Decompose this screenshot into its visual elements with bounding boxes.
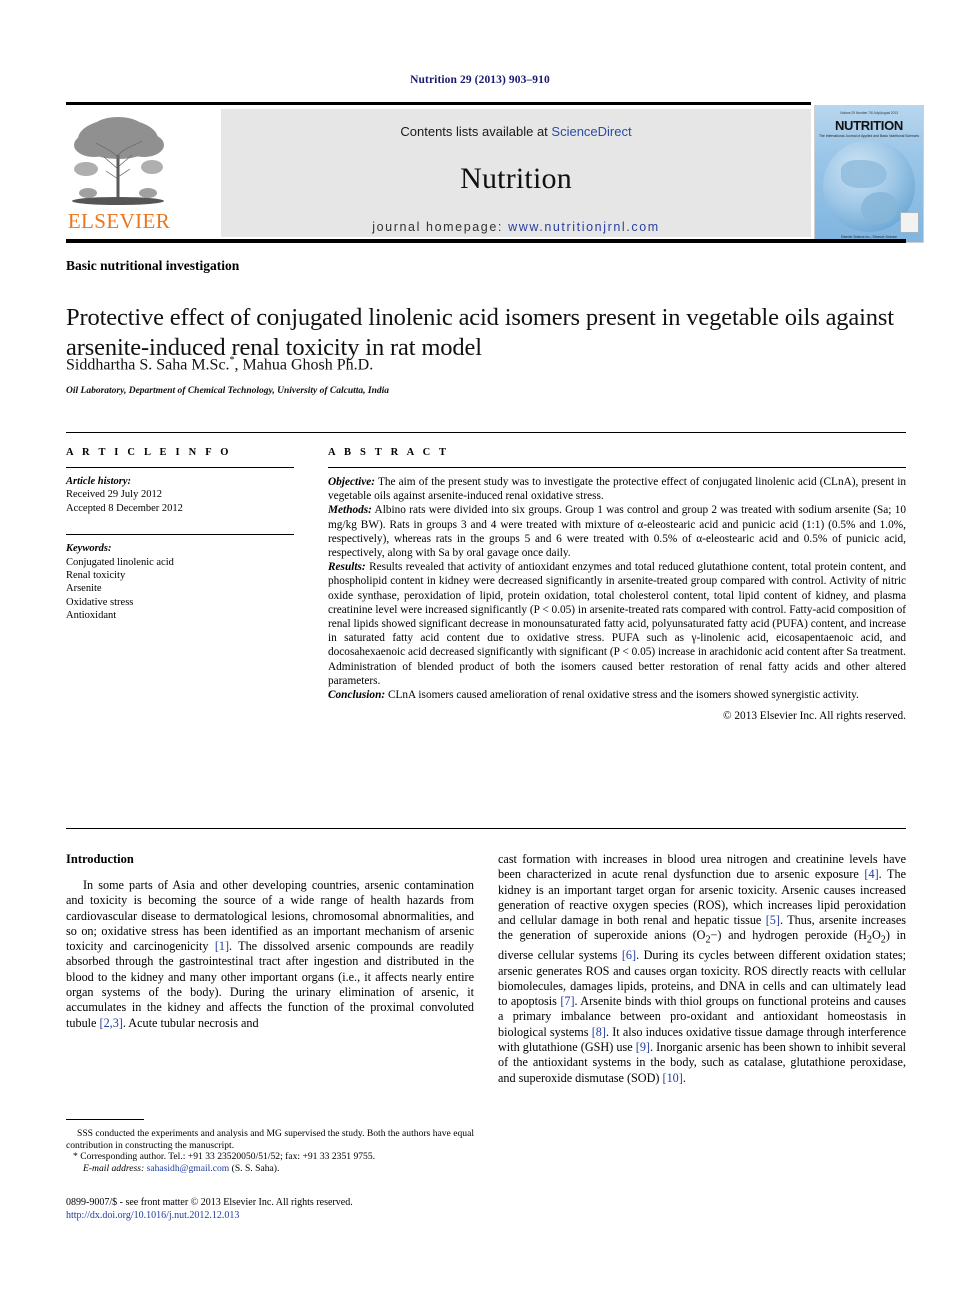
body-column-left: Introduction In some parts of Asia and o… [66, 852, 474, 1031]
keyword-item: Renal toxicity [66, 570, 126, 582]
citation-ref-7[interactable]: [7] [560, 994, 574, 1008]
footnote-email-suffix: (S. S. Saha). [229, 1162, 280, 1174]
abstract-copyright: © 2013 Elsevier Inc. All rights reserved… [722, 710, 906, 723]
footnote-corresponding-text: Corresponding author. Tel.: +91 33 23520… [77, 1151, 376, 1163]
abstract-body: Objective: The aim of the present study … [328, 475, 906, 702]
abstract-methods-label: Methods: [328, 504, 372, 517]
article-history-block: Article history: Received 29 July 2012 A… [66, 475, 294, 515]
author-list: Siddhartha S. Saha M.Sc.*, Mahua Ghosh P… [66, 355, 911, 374]
section-heading-introduction: Introduction [66, 852, 134, 866]
journal-homepage-link[interactable]: www.nutritionjrnl.com [508, 220, 660, 234]
keyword-item: Antioxidant [66, 610, 117, 622]
article-info-rule [66, 467, 294, 468]
article-section-type: Basic nutritional investigation [66, 258, 240, 273]
abstract-methods-text: Albino rats were divided into six groups… [328, 504, 906, 560]
citation-ref-10[interactable]: [10] [663, 1071, 683, 1085]
body-column-right: cast formation with increases in blood u… [498, 852, 906, 1086]
cover-elsevier-mark [900, 212, 919, 233]
author-affiliation: Oil Laboratory, Department of Chemical T… [66, 386, 389, 396]
imprint-block: 0899-9007/$ - see front matter © 2013 El… [66, 1196, 566, 1222]
article-received-date: Received 29 July 2012 [66, 489, 162, 501]
citation-ref-6[interactable]: [6] [622, 948, 636, 962]
masthead-bottom-rule [66, 239, 906, 243]
author-primary: Siddhartha S. Saha M.Sc. [66, 356, 230, 374]
abstract-results-text: Results revealed that activity of antiox… [328, 561, 906, 687]
keyword-item: Oxidative stress [66, 596, 134, 608]
homepage-label: journal homepage: [372, 220, 509, 234]
citation-ref-4[interactable]: [4] [864, 867, 878, 881]
abstract-rule [328, 467, 906, 468]
citation-ref-2-3[interactable]: [2,3] [100, 1016, 123, 1030]
keywords-block: Keywords: Conjugated linolenic acid Rena… [66, 542, 294, 622]
citation-ref-9[interactable]: [9] [636, 1040, 650, 1054]
abstract-band-bottom-rule [66, 828, 906, 829]
abstract-heading: A B S T R A C T [328, 447, 450, 458]
intro-paragraph-right: cast formation with increases in blood u… [498, 852, 906, 1086]
abstract-objective-text: The aim of the present study was to inve… [328, 476, 906, 503]
journal-masthead: ELSEVIER Contents lists available at Sci… [66, 102, 924, 243]
abstract-column: A B S T R A C T Objective: The aim of th… [328, 447, 906, 722]
cover-issue-line: Volume 29 Number 7/8 July/August 2013 [840, 111, 898, 115]
keywords-rule [66, 534, 294, 536]
abstract-conclusion-text: CLnA isomers caused amelioration of rena… [385, 689, 859, 702]
contents-lists-line: Contents lists available at ScienceDirec… [221, 109, 811, 139]
intro-right-c2: −) and hydrogen peroxide (H [710, 928, 867, 943]
journal-cover-thumbnail: Volume 29 Number 7/8 July/August 2013 NU… [814, 105, 924, 243]
cover-title: NUTRITION [834, 118, 904, 133]
keyword-item: Conjugated linolenic acid [66, 556, 174, 568]
elsevier-logo: ELSEVIER [66, 109, 172, 237]
footnote-email-line: E-mail address: sahasidh@gmail.com (S. S… [66, 1163, 474, 1175]
sciencedirect-link[interactable]: ScienceDirect [551, 124, 631, 139]
email-address-label: E-mail address: [83, 1162, 145, 1174]
article-info-column: A R T I C L E I N F O Article history: R… [66, 447, 294, 623]
footnote-separator-rule [66, 1119, 144, 1120]
abstract-objective-label: Objective: [328, 476, 376, 488]
intro-paragraph-left: In some parts of Asia and other developi… [66, 878, 474, 1031]
footnote-block: SSS conducted the experiments and analys… [66, 1128, 474, 1174]
intro-right-c3: O [871, 928, 881, 943]
citation-ref-1[interactable]: [1] [215, 939, 229, 953]
article-history-label: Article history: [66, 476, 132, 487]
abstract-conclusion-label: Conclusion: [328, 689, 386, 702]
keyword-item: Arsenite [66, 583, 102, 595]
contents-lists-text: Contents lists available at [400, 124, 552, 139]
intro-right-a: cast formation with increases in blood u… [498, 852, 906, 882]
doi-link[interactable]: http://dx.doi.org/10.1016/j.nut.2012.12.… [66, 1209, 566, 1222]
journal-homepage-line: journal homepage: www.nutritionjrnl.com [221, 220, 811, 234]
citation-ref-5[interactable]: [5] [766, 913, 780, 927]
intro-text-c: . Acute tubular necrosis and [122, 1015, 259, 1030]
author-email-link[interactable]: sahasidh@gmail.com [147, 1163, 230, 1174]
citation-ref-8[interactable]: [8] [592, 1025, 606, 1039]
footnote-corresponding-author: * Corresponding author. Tel.: +91 33 235… [66, 1151, 474, 1163]
journal-title: Nutrition [460, 162, 572, 195]
article-accepted-date: Accepted 8 December 2012 [66, 502, 183, 514]
running-head: Nutrition 29 (2013) 903–910 [410, 74, 550, 86]
sciencedirect-banner: Contents lists available at ScienceDirec… [221, 109, 811, 237]
elsevier-tree-icon [66, 109, 172, 209]
journal-article-page: Nutrition 29 (2013) 903–910 ELSEVIER Con… [0, 0, 960, 1290]
keywords-label: Keywords: [66, 543, 112, 555]
issn-front-matter: 0899-9007/$ - see front matter © 2013 El… [66, 1197, 353, 1208]
article-info-heading: A R T I C L E I N F O [66, 447, 232, 458]
author-secondary: , Mahua Ghosh Ph.D. [234, 356, 374, 374]
elsevier-wordmark: ELSEVIER [67, 209, 171, 233]
cover-subtitle: The International Journal of Applied and… [818, 134, 920, 138]
footnote-contribution: SSS conducted the experiments and analys… [66, 1128, 474, 1151]
abstract-results-label: Results: [328, 561, 366, 574]
intro-right-h: . [682, 1070, 686, 1085]
abstract-band-top-rule [66, 432, 906, 433]
